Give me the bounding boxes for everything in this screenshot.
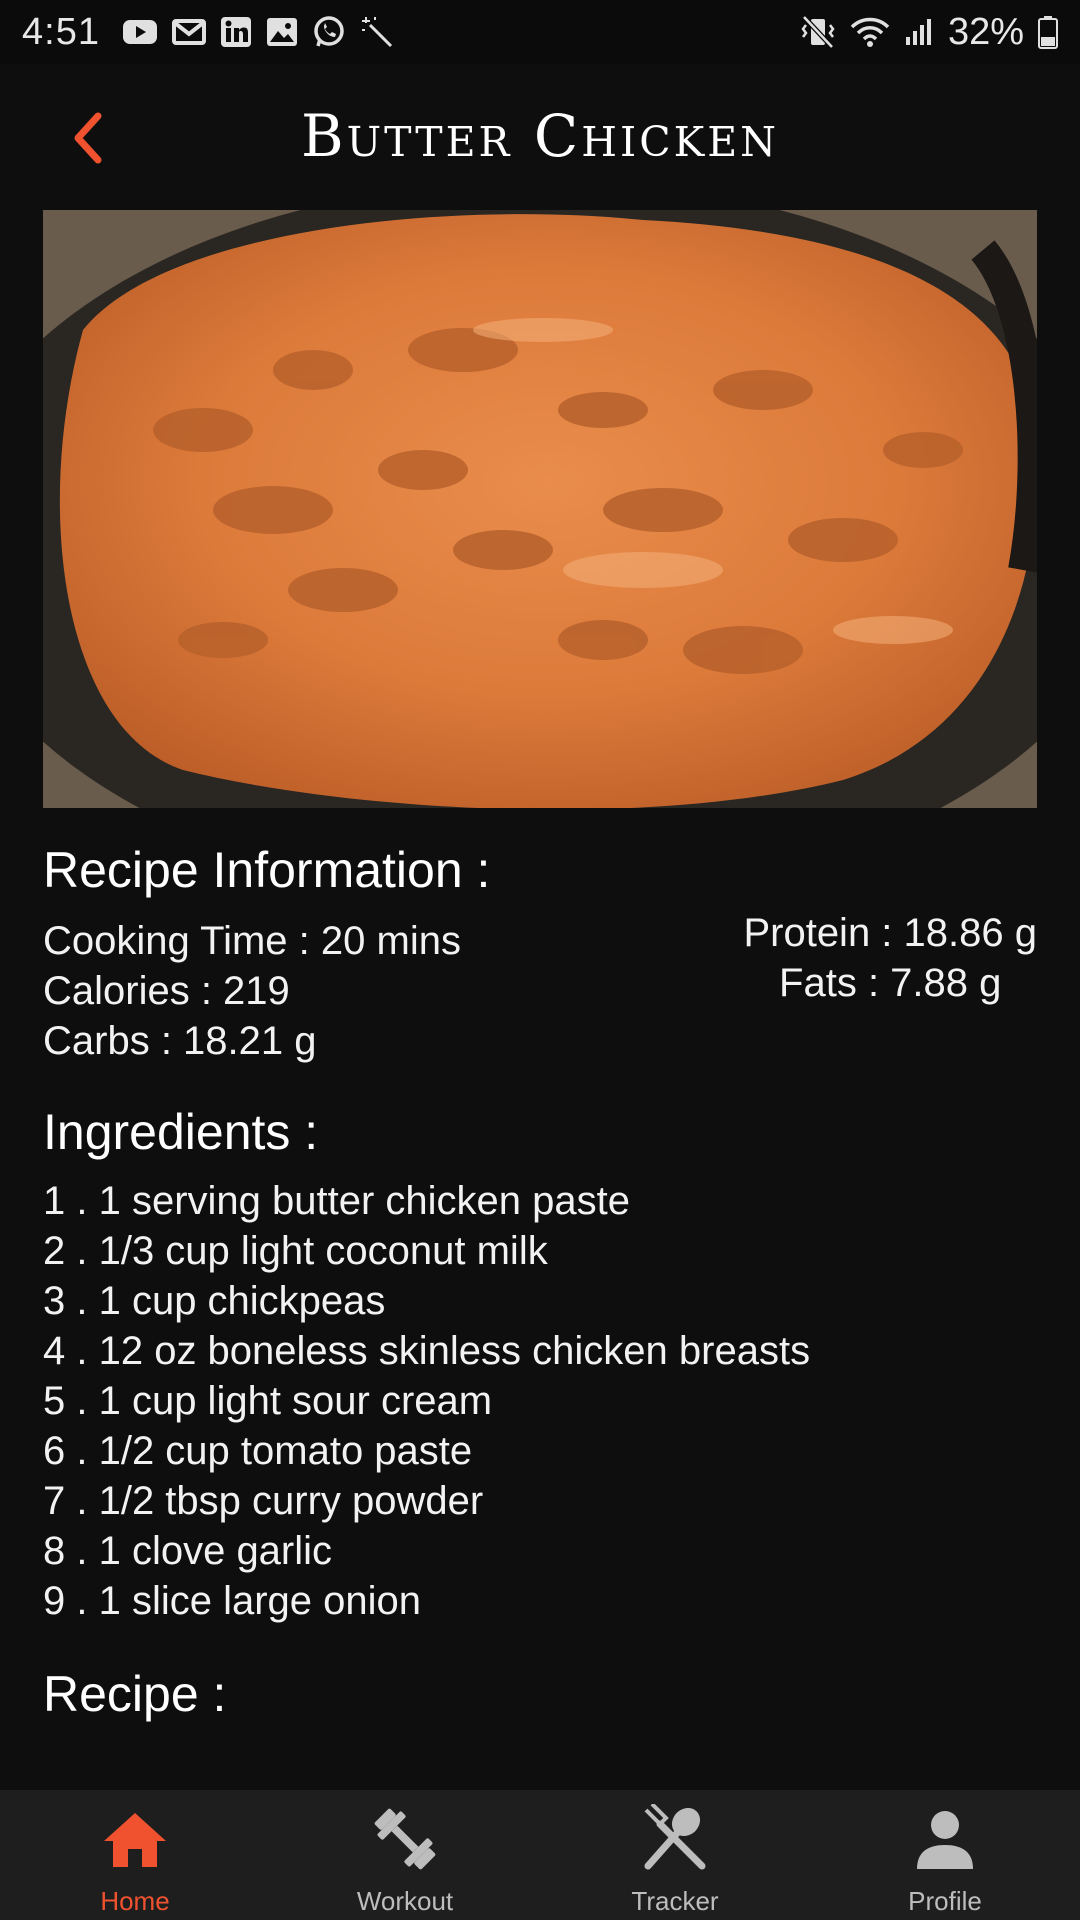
list-item: 4 . 12 oz boneless skinless chicken brea…	[43, 1329, 811, 1373]
nav-home[interactable]: Home	[0, 1790, 270, 1920]
wifi-icon	[850, 16, 890, 48]
bottom-nav: Home Workout Tracker Profile	[0, 1790, 1080, 1920]
list-item: 6 . 1/2 cup tomato paste	[43, 1429, 473, 1473]
chevron-left-icon	[74, 112, 102, 164]
list-item: 2 . 1/3 cup light coconut milk	[43, 1229, 548, 1273]
youtube-icon	[122, 19, 158, 45]
nav-tracker-label: Tracker	[631, 1886, 719, 1916]
list-item: 9 . 1 slice large onion	[43, 1579, 422, 1623]
recipe-content: Recipe Information : Cooking Time : 20 m…	[43, 840, 1037, 1724]
list-item: 3 . 1 cup chickpeas	[43, 1279, 386, 1323]
nav-workout[interactable]: Workout	[270, 1790, 540, 1920]
list-item: 5 . 1 cup light sour cream	[43, 1379, 493, 1423]
person-icon	[910, 1804, 980, 1874]
battery-percent: 32%	[947, 10, 1024, 53]
status-bar-right: 32%	[800, 11, 1058, 54]
app-bar: Butter Chicken	[0, 64, 1080, 208]
recipe-info-left: Cooking Time : 20 mins Calories : 219 Ca…	[43, 916, 461, 1066]
nav-tracker[interactable]: Tracker	[540, 1790, 810, 1920]
status-bar-left: 4:51	[22, 11, 394, 54]
protein: Protein : 18.86 g	[743, 911, 1037, 955]
signal-icon	[904, 17, 934, 47]
back-button[interactable]	[58, 108, 118, 168]
nav-home-label: Home	[100, 1886, 170, 1916]
magic-wand-icon	[360, 15, 394, 49]
whatsapp-icon	[312, 15, 346, 49]
cooking-time: Cooking Time : 20 mins	[43, 919, 461, 963]
battery-icon	[1038, 15, 1058, 49]
nav-profile[interactable]: Profile	[810, 1790, 1080, 1920]
nav-workout-label: Workout	[356, 1886, 454, 1916]
nav-profile-label: Profile	[908, 1886, 982, 1916]
list-item: 7 . 1/2 tbsp curry powder	[43, 1479, 484, 1523]
carbs: Carbs : 18.21 g	[43, 1019, 317, 1063]
status-bar: 4:51 32%	[0, 0, 1080, 64]
linkedin-icon	[220, 16, 252, 48]
gmail-icon	[171, 18, 206, 46]
list-item: 1 . 1 serving butter chicken paste	[43, 1179, 630, 1223]
recipe-info: Cooking Time : 20 mins Calories : 219 Ca…	[43, 911, 1037, 1066]
status-time: 4:51	[22, 10, 100, 53]
dumbbell-icon	[370, 1804, 440, 1874]
list-item: 8 . 1 clove garlic	[43, 1529, 333, 1573]
butter-chicken-photo	[43, 210, 1037, 808]
page-title: Butter Chicken	[301, 102, 779, 170]
utensils-icon	[640, 1804, 710, 1874]
recipe-info-right: Protein : 18.86 g Fats : 7.88 g	[743, 908, 1037, 1008]
ingredients-list: 1 . 1 serving butter chicken paste 2 . 1…	[43, 1176, 1037, 1626]
recipe-heading: Recipe :	[43, 1666, 227, 1722]
fats: Fats : 7.88 g	[779, 961, 1002, 1005]
calories: Calories : 219	[43, 969, 290, 1013]
gallery-icon	[266, 17, 298, 47]
recipe-info-heading: Recipe Information :	[43, 842, 491, 898]
recipe-image	[43, 210, 1037, 808]
ingredients-heading: Ingredients :	[43, 1104, 319, 1160]
home-icon	[100, 1804, 170, 1874]
vibrate-icon	[800, 15, 836, 49]
